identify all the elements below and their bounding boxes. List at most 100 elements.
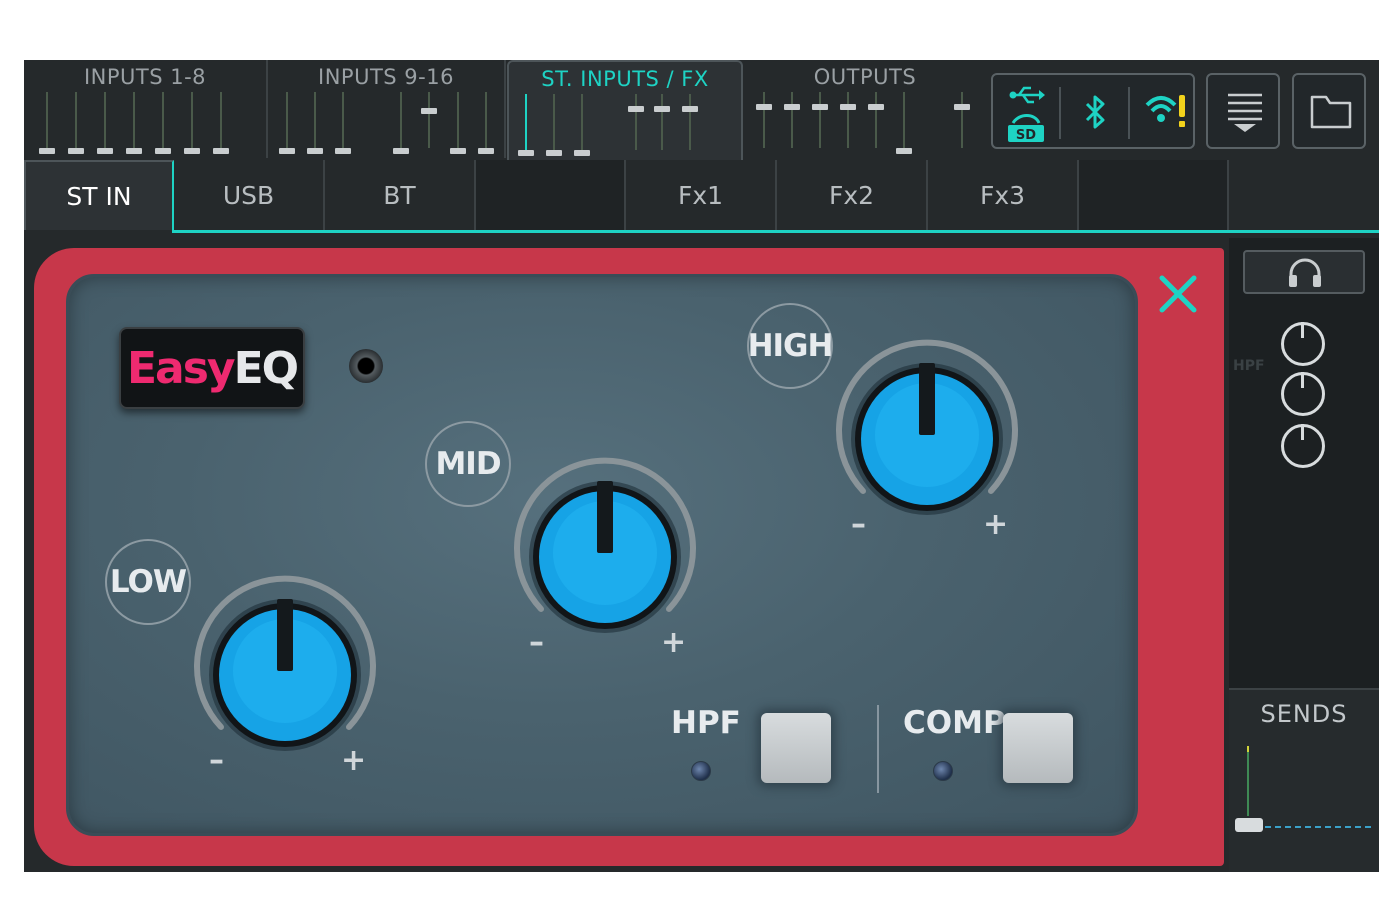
mid-knob[interactable]: – +	[511, 457, 699, 660]
sends-meter-peak	[1247, 746, 1249, 752]
fader-track	[342, 92, 344, 148]
folder-button[interactable]	[1292, 73, 1366, 149]
low-knob[interactable]: – +	[191, 575, 379, 778]
high-label: HIGH	[747, 303, 833, 389]
fader-cap	[97, 148, 113, 154]
knob-graphic	[514, 457, 696, 633]
tab-empty	[476, 160, 626, 230]
fader-cap	[812, 104, 828, 110]
bank-label: INPUTS 1-8	[83, 65, 207, 89]
switch-divider	[877, 705, 879, 793]
knob-graphic	[836, 339, 1018, 515]
fader-cap	[307, 148, 323, 154]
fader-cap	[628, 106, 644, 112]
wifi-warning-icon	[1145, 95, 1185, 127]
fader-track	[104, 92, 106, 148]
fader-cap	[279, 148, 295, 154]
fader-cap	[574, 150, 590, 156]
status-divider	[1128, 87, 1130, 139]
tab-underline	[172, 230, 1379, 233]
fader-cap	[868, 104, 884, 110]
mid-label: MID	[425, 421, 511, 507]
headphones-icon	[1289, 258, 1321, 287]
fader-track	[903, 92, 905, 148]
tab-st-in[interactable]: ST IN	[24, 160, 174, 230]
comp-label: COMP	[903, 705, 1006, 741]
tab-row: ST IN USB BT Fx1 Fx2 Fx3	[24, 160, 1229, 232]
low-minus: –	[209, 743, 224, 778]
fader-track	[46, 92, 48, 148]
fader-cap	[682, 106, 698, 112]
easyeq-logo: Easy EQ	[119, 327, 305, 409]
fader-cap	[518, 150, 534, 156]
fader-track	[400, 92, 402, 148]
bluetooth-icon	[1085, 95, 1105, 129]
fader-track	[961, 92, 963, 148]
fader-track	[689, 94, 691, 150]
fader-track	[75, 92, 77, 148]
fader-track	[191, 92, 193, 148]
bank-st-inputs-fx[interactable]: ST. INPUTS / FX	[507, 60, 743, 160]
fader-track	[553, 94, 555, 150]
bank-label: OUTPUTS	[813, 65, 917, 89]
high-knob[interactable]: – +	[833, 339, 1021, 542]
sends-panel[interactable]: SENDS	[1229, 688, 1379, 872]
close-icon[interactable]	[1156, 272, 1200, 316]
bank-outputs[interactable]: OUTPUTS	[745, 60, 985, 158]
comp-led	[933, 761, 953, 781]
fader-cap	[478, 148, 494, 154]
fader-cap	[896, 148, 912, 154]
mini-knob-low[interactable]	[1281, 424, 1325, 468]
tab-fx1[interactable]: Fx1	[626, 160, 777, 230]
hpf-button[interactable]	[761, 713, 831, 783]
fader-cap	[546, 150, 562, 156]
fader-cap	[450, 148, 466, 154]
fader-cap	[840, 104, 856, 110]
fader-track	[763, 92, 765, 148]
menu-button[interactable]	[1206, 73, 1280, 149]
fader-cap	[654, 106, 670, 112]
high-plus: +	[983, 507, 1009, 542]
mini-knob-high[interactable]	[1281, 322, 1325, 366]
hpf-led	[691, 761, 711, 781]
fader-track	[428, 92, 430, 148]
fader-cap	[213, 148, 229, 154]
folder-icon	[1310, 95, 1352, 129]
tab-usb[interactable]: USB	[174, 160, 325, 230]
fader-track	[581, 94, 583, 150]
tab-bt[interactable]: BT	[325, 160, 476, 230]
headphones-button[interactable]	[1243, 250, 1365, 294]
tab-fx3[interactable]: Fx3	[928, 160, 1079, 230]
high-minus: –	[851, 507, 866, 542]
sends-dashline	[1265, 826, 1371, 828]
mid-plus: +	[661, 625, 687, 660]
low-plus: +	[341, 743, 367, 778]
fader-cap	[39, 148, 55, 154]
mini-knob-mid[interactable]	[1281, 372, 1325, 416]
bank-inputs-1-8[interactable]: INPUTS 1-8	[24, 60, 268, 158]
fader-cap	[954, 104, 970, 110]
comp-button[interactable]	[1003, 713, 1073, 783]
fader-cap	[335, 148, 351, 154]
fader-track	[875, 92, 877, 148]
sends-fader-cap[interactable]	[1235, 818, 1263, 832]
sends-label: SENDS	[1260, 700, 1348, 728]
bank-inputs-9-16[interactable]: INPUTS 9-16	[268, 60, 506, 158]
fader-track	[457, 92, 459, 148]
bank-label: ST. INPUTS / FX	[541, 67, 709, 91]
bank-label: INPUTS 9-16	[318, 65, 454, 89]
right-channel-strip: HPF SENDS	[1229, 238, 1379, 872]
fader-track	[314, 92, 316, 148]
fader-track	[819, 92, 821, 148]
indicator-led	[349, 349, 383, 383]
tab-empty	[1079, 160, 1229, 230]
fader-cap	[421, 108, 437, 114]
fader-cap	[184, 148, 200, 154]
tab-fx2[interactable]: Fx2	[777, 160, 928, 230]
status-panel[interactable]: SD	[991, 73, 1195, 149]
fader-cap	[393, 148, 409, 154]
hpf-mini-label: HPF	[1233, 358, 1265, 374]
fader-track	[162, 92, 164, 148]
fader-track	[847, 92, 849, 148]
fader-track	[791, 92, 793, 148]
